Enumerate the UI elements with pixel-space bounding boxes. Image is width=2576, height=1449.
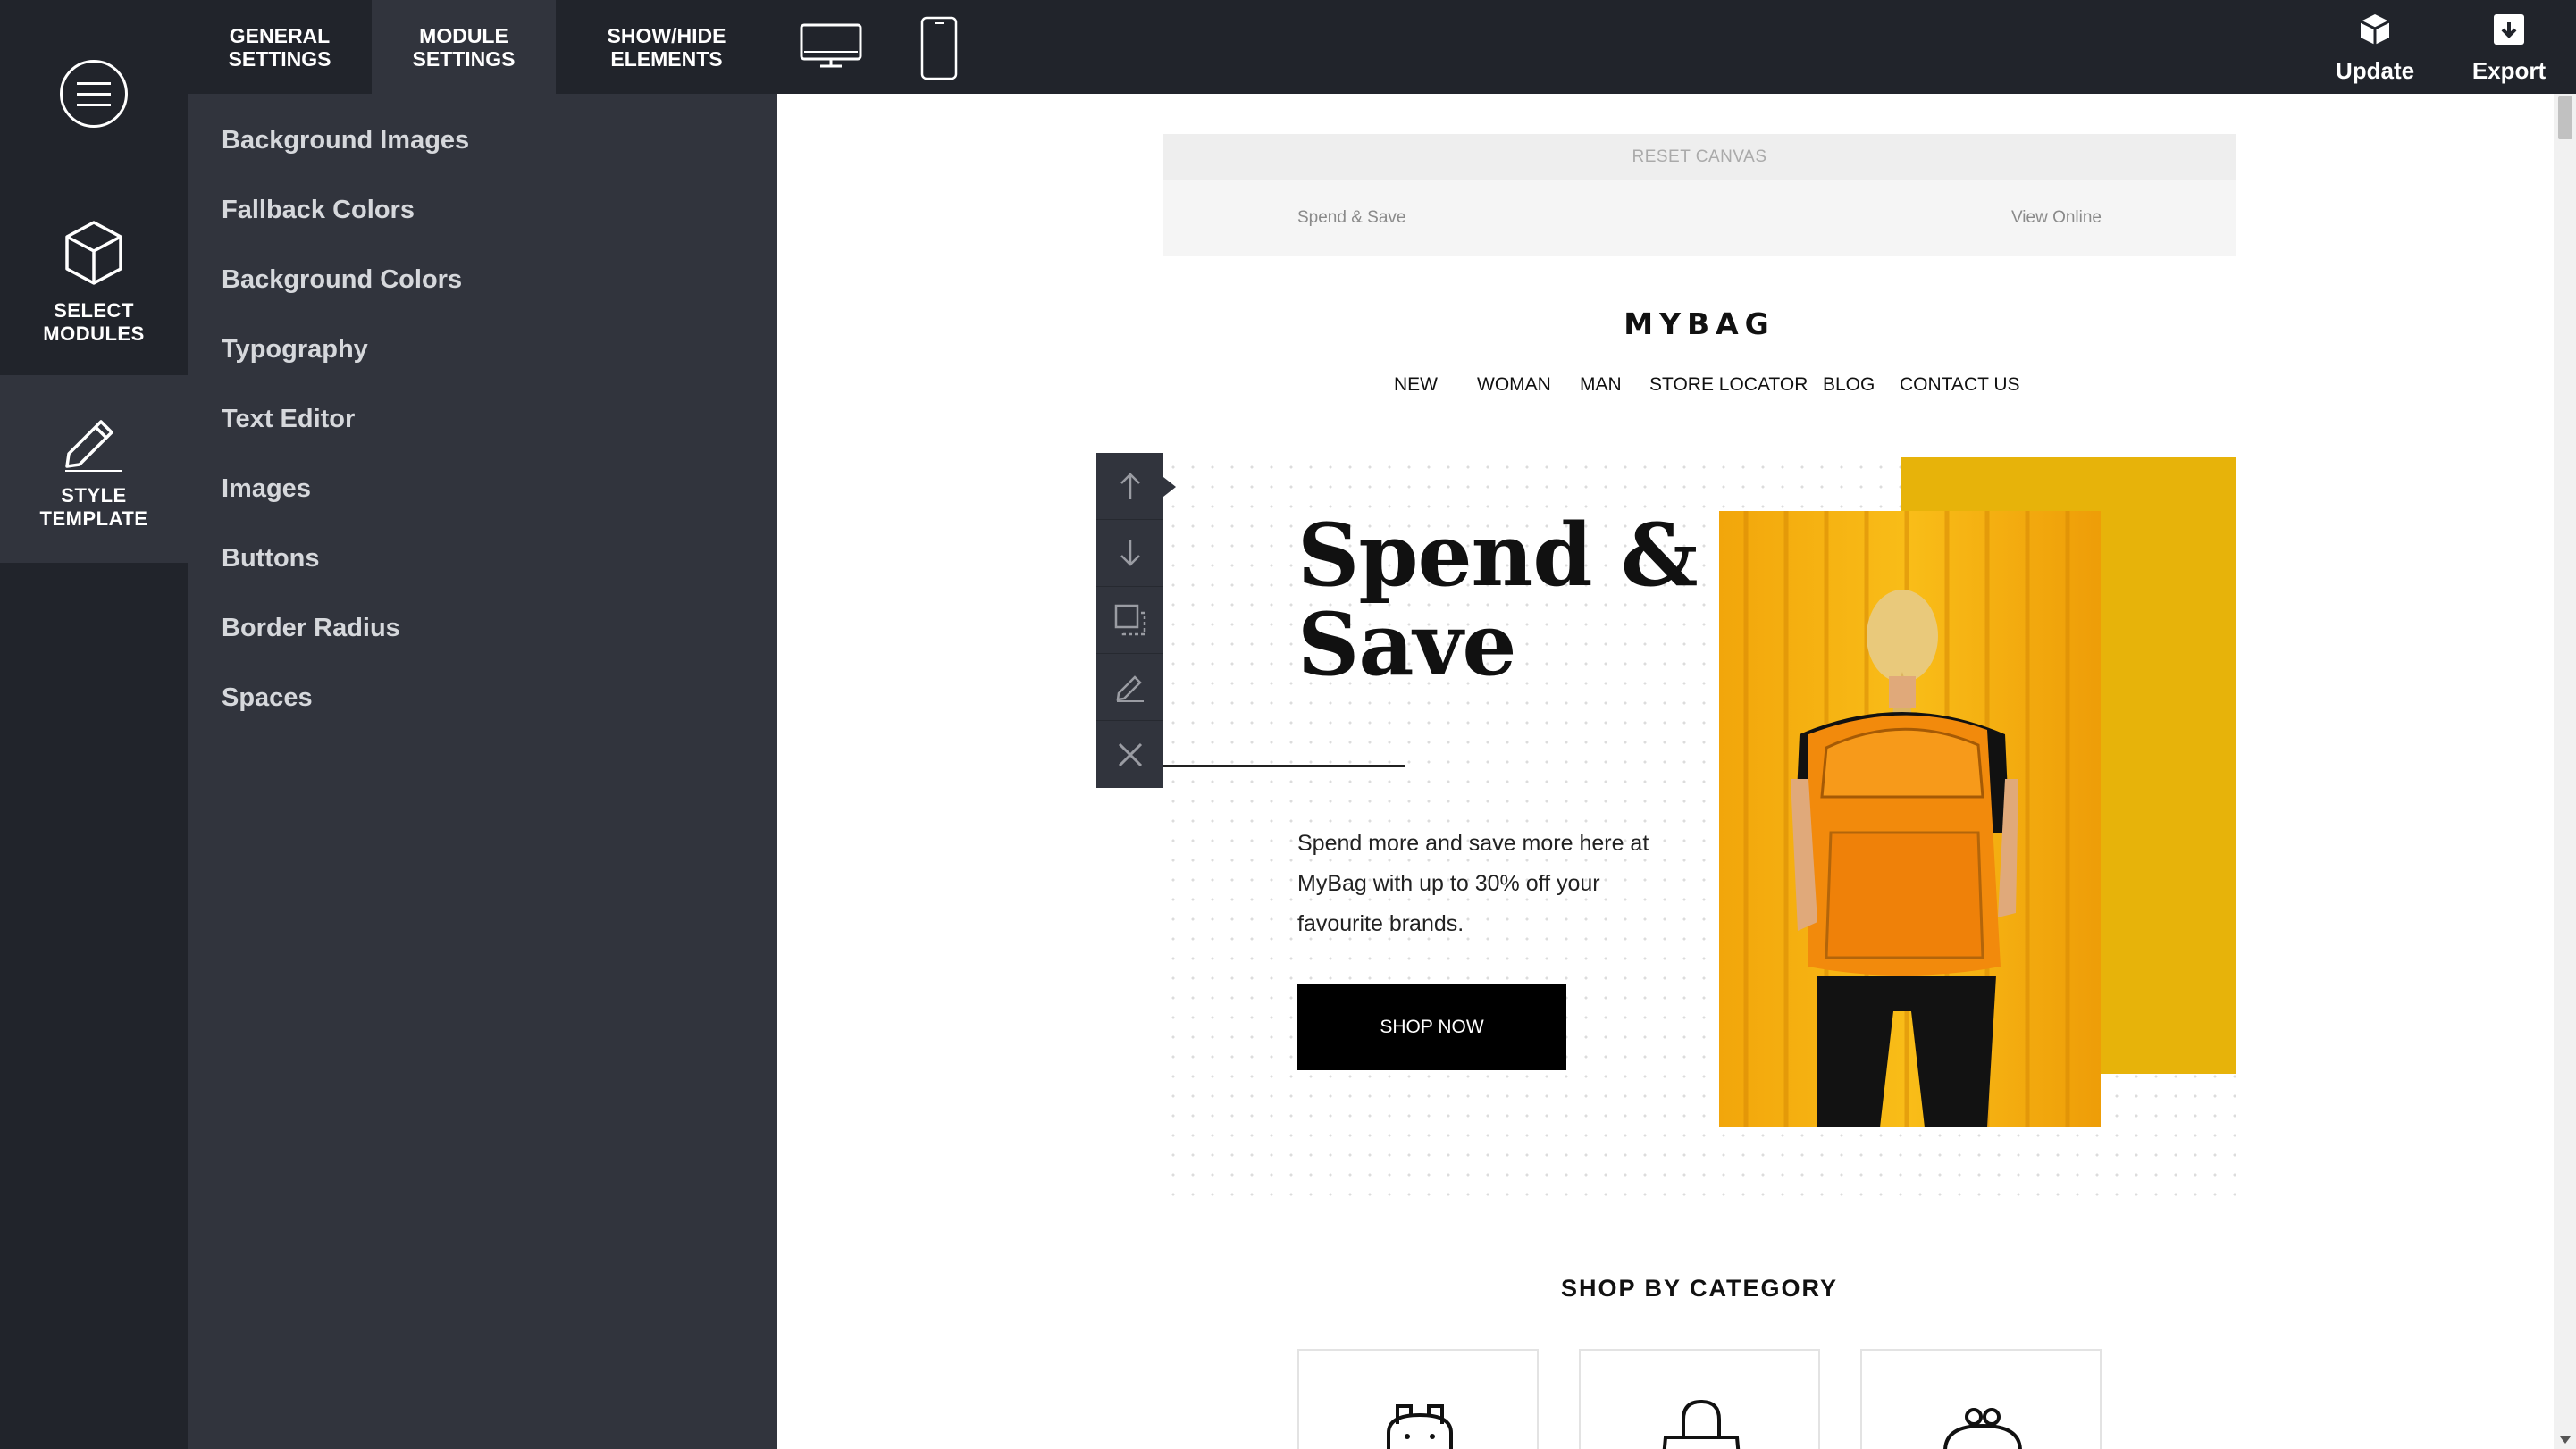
archive-download-icon	[2494, 14, 2524, 45]
canvas-scrollbar[interactable]	[2554, 94, 2576, 1449]
tab-module-settings-label: MODULE SETTINGS	[412, 23, 516, 71]
nav-link-blog[interactable]: BLOG	[1823, 374, 1875, 396]
mobile-icon[interactable]	[919, 16, 960, 80]
tab-show-hide-elements-label: SHOW/HIDE ELEMENTS	[607, 23, 726, 71]
rail-select-modules-label: SELECT MODULES	[43, 299, 145, 345]
panel-item-spaces[interactable]: Spaces	[222, 683, 313, 713]
tab-general-settings[interactable]: GENERAL SETTINGS	[188, 0, 372, 94]
panel-item-images[interactable]: Images	[222, 474, 311, 504]
hero-title: Spend & Save	[1297, 505, 1699, 695]
category-tile-handbags[interactable]	[1579, 1349, 1820, 1449]
pencil-icon	[1116, 675, 1144, 702]
duplicate-button[interactable]	[1096, 587, 1163, 654]
panel-item-background-images[interactable]: Background Images	[222, 126, 469, 155]
preheader-text: Spend & Save	[1297, 208, 1406, 227]
arrow-down-icon	[1120, 540, 1140, 566]
shop-by-category-title: SHOP BY CATEGORY	[1560, 1275, 1839, 1302]
backpack-icon	[1387, 1404, 1453, 1449]
panel-item-typography[interactable]: Typography	[222, 335, 368, 364]
delete-module-button[interactable]	[1096, 721, 1163, 788]
category-tile-purses[interactable]	[1860, 1349, 2102, 1449]
module-toolbar	[1096, 453, 1163, 788]
email-template: MYBAG NEW WOMAN MAN STORE LOCATOR BLOG C…	[1163, 256, 2236, 1449]
rail-style-template[interactable]: STYLE TEMPLATE	[0, 375, 188, 563]
update-label: Update	[2335, 57, 2415, 84]
hero-title-line-2: Save	[1297, 594, 1516, 695]
hero-photo	[1719, 511, 2101, 1127]
nav-link-new[interactable]: NEW	[1394, 374, 1438, 396]
desktop-icon[interactable]	[799, 16, 863, 71]
cube-icon	[65, 221, 122, 285]
panel-item-fallback-colors[interactable]: Fallback Colors	[222, 196, 415, 225]
tab-show-hide-elements[interactable]: SHOW/HIDE ELEMENTS	[556, 0, 777, 94]
hero-text: Spend more and save more here at MyBag w…	[1297, 831, 1649, 936]
move-up-button[interactable]	[1096, 453, 1163, 520]
hero-divider	[1163, 765, 1405, 767]
reset-canvas-button[interactable]: RESET CANVAS	[1163, 134, 2236, 180]
module-toolbar-pointer	[1163, 477, 1176, 497]
hero-title-line-1: Spend &	[1297, 505, 1699, 606]
box-icon	[2360, 14, 2390, 45]
tab-general-settings-label: GENERAL SETTINGS	[228, 23, 331, 71]
panel-item-border-radius[interactable]: Border Radius	[222, 614, 400, 643]
nav-link-store-locator[interactable]: STORE LOCATOR	[1649, 374, 1808, 396]
menu-icon[interactable]	[60, 60, 128, 128]
update-button[interactable]: Update	[2317, 13, 2433, 85]
panel-item-buttons[interactable]: Buttons	[222, 544, 320, 574]
email-preheader: Spend & Save View Online	[1163, 180, 2236, 256]
arrow-up-icon	[1120, 473, 1140, 499]
panel-item-background-colors[interactable]: Background Colors	[222, 265, 462, 295]
hero-module[interactable]: Spend & Save Spend more and save more he…	[1163, 457, 2236, 1208]
move-down-button[interactable]	[1096, 520, 1163, 587]
nav-link-man[interactable]: MAN	[1580, 374, 1622, 396]
rail-select-modules[interactable]: SELECT MODULES	[0, 188, 188, 375]
tab-module-settings[interactable]: MODULE SETTINGS	[372, 0, 556, 94]
export-button[interactable]: Export	[2451, 13, 2567, 85]
close-icon	[1118, 742, 1142, 766]
rail-style-template-label: STYLE TEMPLATE	[39, 484, 148, 530]
handbag-icon	[1662, 1399, 1741, 1449]
pencil-icon	[65, 420, 122, 472]
purse-icon	[1943, 1408, 2022, 1449]
left-rail: SELECT MODULES STYLE TEMPLATE	[0, 0, 188, 1449]
edit-module-button[interactable]	[1096, 654, 1163, 721]
scroll-down-arrow-icon[interactable]	[2560, 1436, 2571, 1444]
module-settings-panel: Background Images Fallback Colors Backgr…	[188, 94, 777, 1449]
nav-link-contact-us[interactable]: CONTACT US	[1900, 374, 2020, 396]
category-tile-backpacks[interactable]	[1297, 1349, 1539, 1449]
nav-link-woman[interactable]: WOMAN	[1477, 374, 1551, 396]
shop-now-button[interactable]: SHOP NOW	[1297, 984, 1566, 1070]
export-label: Export	[2471, 57, 2547, 84]
duplicate-icon	[1114, 604, 1145, 636]
scrollbar-thumb[interactable]	[2558, 96, 2572, 139]
panel-item-text-editor[interactable]: Text Editor	[222, 405, 355, 434]
brand-logo: MYBAG	[1624, 306, 1775, 341]
view-online-link[interactable]: View Online	[2011, 208, 2102, 228]
top-bar: GENERAL SETTINGS MODULE SETTINGS SHOW/HI…	[188, 0, 2576, 94]
